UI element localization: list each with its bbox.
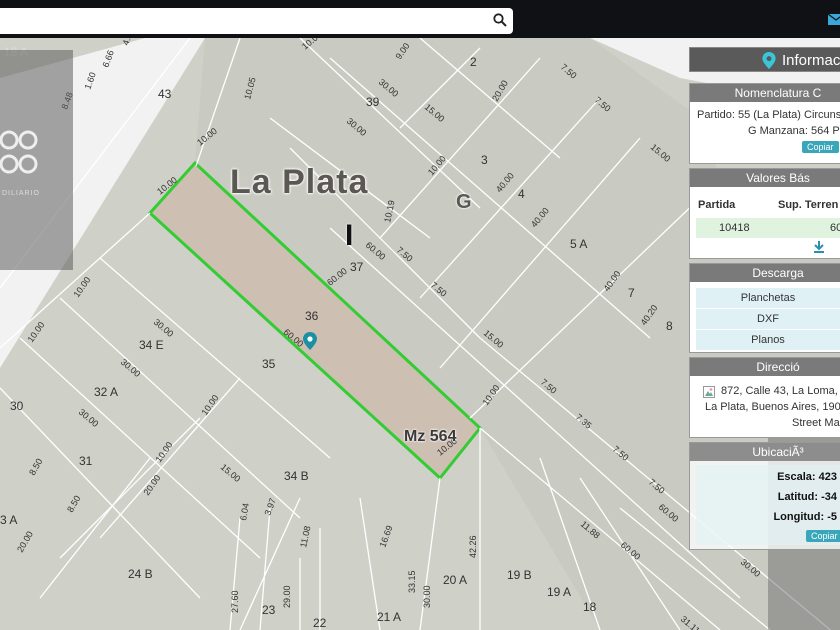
measure-label: 3.97 (262, 497, 277, 517)
table-row: 10418 60 (696, 218, 840, 238)
parcel-number: 20 A (443, 573, 467, 587)
nomenclatura-header[interactable]: Nomenclatura C (690, 84, 840, 102)
measure-label: 33.15 (407, 570, 417, 593)
parcel-number: 43 (158, 87, 172, 101)
download-icon[interactable] (813, 241, 825, 253)
parcel-number: 5 A (570, 237, 587, 251)
direccion-section: Direcció 872, Calle 43, La Loma, La Plat… (689, 357, 840, 438)
measure-label: 8.50 (65, 494, 82, 514)
logo-watermark-icon (0, 130, 38, 174)
measure-label: 15.00 (219, 462, 243, 484)
valores-header[interactable]: Valores Bás (690, 169, 840, 187)
measure-label: 10.00 (199, 393, 220, 417)
mail-icon[interactable] (828, 14, 840, 25)
download-planos-link[interactable]: Planos (696, 330, 840, 351)
measure-label: 10.00 (153, 440, 174, 464)
search-input[interactable] (6, 10, 480, 32)
panel-header: Informaci (689, 47, 840, 72)
location-pin-icon (762, 52, 776, 69)
place-label: La Plata (230, 163, 369, 201)
col-sup-terreno: Sup. Terren (778, 199, 839, 211)
col-partida: Partida (698, 199, 736, 211)
parcel-number: 19 B (507, 568, 532, 582)
parcel-number: 3 A (0, 513, 17, 527)
sup-value: 60 (830, 222, 840, 234)
copy-ubicacion-button[interactable]: Copiar (806, 530, 840, 542)
nomenclatura-line1: Partido: 55 (La Plata) Circuns (697, 109, 840, 121)
nomenclatura-section: Nomenclatura C Partido: 55 (La Plata) Ci… (689, 83, 840, 164)
direccion-header[interactable]: Direcció (690, 358, 840, 376)
ubicacion-header[interactable]: UbicaciÃ³ (690, 443, 840, 461)
parcel-number: 31 (79, 454, 93, 468)
measure-label: 10.00 (25, 320, 46, 344)
measure-label: 30.00 (422, 585, 432, 608)
measure-label: 20.00 (15, 529, 35, 554)
address-line1: 872, Calle 43, La Loma, (721, 385, 838, 397)
ubicacion-section: UbicaciÃ³ Escala: 423 Latitud: -34 Longi… (689, 442, 840, 550)
descargas-section: Descarga Planchetas DXF Planos (689, 263, 840, 353)
parcel-number: 39 (366, 95, 380, 109)
valores-section: Valores Bás Partida Sup. Terren 10418 60 (689, 168, 840, 259)
watermark-text: DILIARIO (2, 190, 40, 197)
measure-label: 6.04 (238, 502, 251, 521)
parcel-number: 34 B (284, 469, 309, 483)
measure-label: 30.00 (119, 357, 143, 379)
watermark-left: DILIARIO (0, 50, 73, 270)
parcel-number: 8 (666, 319, 673, 333)
measure-label: 42.26 (468, 535, 478, 558)
lot-number[interactable]: 36 (305, 309, 319, 323)
map-image-icon (703, 386, 715, 398)
measure-label: 20.00 (141, 473, 162, 497)
search-box[interactable] (0, 8, 513, 34)
measure-label: 30.00 (77, 407, 101, 429)
info-panel: Informaci Nomenclatura C Partido: 55 (La… (686, 44, 840, 552)
parcel-number: 30 (10, 399, 24, 413)
address-line2: La Plata, Buenos Aires, 190 (705, 401, 840, 413)
panel-title: Informaci (782, 52, 840, 69)
longitud-value: Longitud: -5 (773, 511, 837, 523)
top-bar (0, 0, 840, 38)
parcel-number: 32 A (94, 385, 118, 399)
download-dxf-link[interactable]: DXF (696, 309, 840, 330)
latitud-value: Latitud: -34 (777, 491, 837, 503)
measure-label: 11.08 (298, 525, 312, 548)
parcel-number: 2 (470, 55, 477, 69)
parcel-number: 19 A (547, 585, 571, 599)
measure-label: 29.00 (282, 585, 292, 608)
section-label: I (345, 219, 354, 252)
measure-label: 16.69 (377, 524, 394, 549)
parcel-number: 4 (518, 187, 525, 201)
parcel-number: 37 (350, 260, 364, 274)
parcel-number: 23 (262, 603, 276, 617)
descargas-header[interactable]: Descarga (690, 264, 840, 282)
street-map-link[interactable]: Street Map (792, 417, 840, 429)
copy-nomenclatura-button[interactable]: Copiar (802, 141, 839, 153)
map-pin-icon[interactable] (303, 332, 317, 350)
parcel-number: 24 B (128, 567, 153, 581)
measure-label: 8.50 (27, 457, 44, 477)
parcel-number: 18 (583, 600, 597, 614)
parcel-number: 35 (262, 357, 276, 371)
escala-value: Escala: 423 (777, 471, 837, 483)
partida-value: 10418 (719, 222, 750, 234)
parcel-number: 22 (313, 616, 327, 630)
download-planchetas-link[interactable]: Planchetas (696, 288, 840, 309)
nomenclatura-line2: G Manzana: 564 P (748, 125, 840, 137)
measure-label: 10.00 (71, 275, 92, 299)
parcel-number: 34 E (139, 338, 164, 352)
manzana-label: Mz 564 (404, 428, 457, 445)
search-icon[interactable] (493, 13, 507, 27)
parcel-number: 7 (628, 286, 635, 300)
zone-label: G (456, 191, 472, 213)
measure-label: 27.60 (230, 590, 240, 613)
parcel-number: 3 (481, 153, 488, 167)
parcel-number: 21 A (377, 610, 401, 624)
